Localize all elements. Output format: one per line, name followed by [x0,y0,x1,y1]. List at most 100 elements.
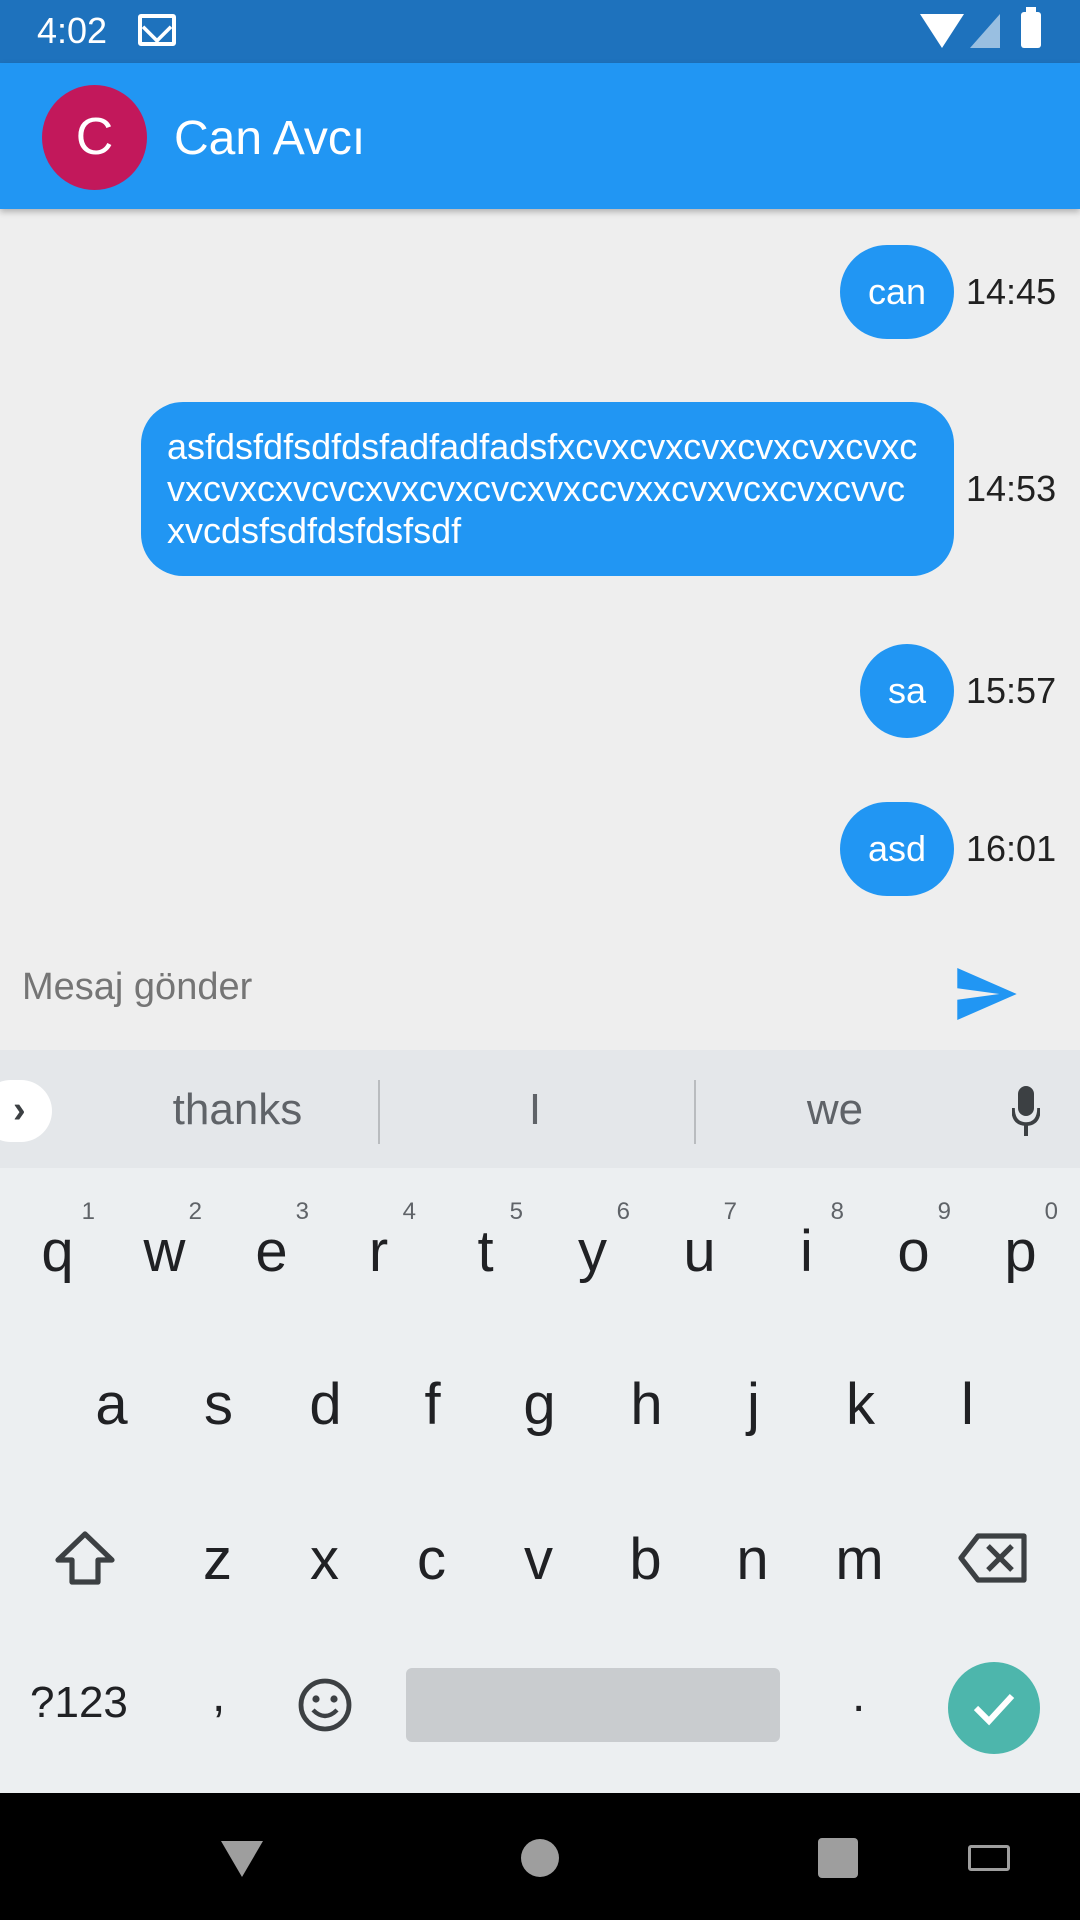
key-hint: 5 [509,1198,523,1225]
keyboard-key[interactable]: c [378,1488,485,1628]
suggestion-bar: › thanks I we [0,1050,1080,1168]
key-hint: 8 [830,1198,844,1225]
keyboard-key[interactable]: e3 [218,1180,325,1320]
avatar[interactable]: C [42,85,147,190]
key-hint: 7 [723,1198,737,1225]
keyboard-key[interactable]: i8 [753,1180,860,1320]
keyboard-key[interactable]: q1 [4,1180,111,1320]
key-hint: 0 [1044,1198,1058,1225]
key-letter: b [629,1527,662,1592]
keyboard-key[interactable]: w2 [111,1180,218,1320]
back-icon[interactable] [221,1841,263,1877]
message-time: 14:53 [966,468,1057,509]
keyboard-key[interactable]: s [165,1333,272,1473]
key-letter: w [143,1219,186,1284]
keyboard-key[interactable]: r4 [325,1180,432,1320]
home-icon[interactable] [521,1839,559,1877]
message-bubble[interactable]: asfdsfdfsdfdsfadfadfadsfxcvxcvxcvxcvxcvx… [141,402,954,576]
keyboard-key[interactable]: h [593,1333,700,1473]
keyboard-key[interactable]: o9 [860,1180,967,1320]
key-hint: 2 [188,1198,202,1225]
wifi-icon [920,14,964,48]
keyboard-key[interactable]: x [271,1488,378,1628]
navigation-bar [0,1793,1080,1920]
message-bubble[interactable]: can [839,245,954,339]
message-time: 15:57 [966,670,1057,711]
key-letter: y [578,1219,607,1284]
keyboard-key[interactable]: a [58,1333,165,1473]
key-letter: r [368,1219,389,1284]
key-letter: h [630,1372,663,1437]
key-letter: t [477,1219,494,1284]
contact-name[interactable]: Can Avcı [174,111,365,166]
send-icon[interactable] [957,968,1017,1020]
message-composer: Mesaj gönder [0,940,1080,1050]
key-letter: l [961,1372,974,1437]
message-bubble[interactable]: sa [859,644,954,738]
recents-icon[interactable] [818,1838,858,1878]
emoji-icon[interactable] [298,1678,352,1732]
key-letter: p [1004,1219,1037,1284]
key-letter: o [897,1219,930,1284]
suggestion[interactable]: I [500,1085,570,1135]
status-time: 4:02 [37,10,108,51]
key-letter: m [835,1527,884,1592]
enter-button[interactable] [948,1662,1040,1754]
keyboard-key[interactable]: z [164,1488,271,1628]
backspace-icon[interactable] [958,1532,1028,1584]
suggestion[interactable]: thanks [140,1085,335,1135]
checkmark-icon [973,1693,1015,1726]
message-row: asfdsfdfsdfdsfadfadfadsfxcvxcvxcvxcvxcvx… [141,402,1058,576]
microphone-icon[interactable] [1012,1086,1040,1136]
keyboard-key[interactable]: j [700,1333,807,1473]
key-hint: 4 [402,1198,416,1225]
chevron-right-icon: › [13,1089,26,1131]
key-letter: q [41,1219,74,1284]
message-time: 14:45 [966,271,1057,312]
battery-icon [1021,7,1041,48]
suggestion[interactable]: we [780,1085,890,1135]
comma-key[interactable]: , [212,1668,225,1723]
key-letter: j [747,1372,760,1437]
keyboard-key[interactable]: m [806,1488,913,1628]
key-letter: s [204,1372,233,1437]
key-letter: i [800,1219,813,1284]
keyboard-key[interactable]: g [486,1333,593,1473]
key-letter: x [310,1527,339,1592]
key-letter: e [255,1219,288,1284]
message-row: asd 16:01 [839,802,1058,896]
key-letter: a [95,1372,128,1437]
keyboard-key[interactable]: b [592,1488,699,1628]
key-letter: k [846,1372,875,1437]
message-input[interactable]: Mesaj gönder [22,966,252,1009]
keyboard-key[interactable]: d [272,1333,379,1473]
keyboard-key[interactable]: y6 [539,1180,646,1320]
key-letter: n [736,1527,769,1592]
keyboard-key[interactable]: t5 [432,1180,539,1320]
keyboard-key[interactable]: n [699,1488,806,1628]
status-bar: 4:02 [0,0,1080,63]
key-hint: 3 [295,1198,309,1225]
keyboard-key[interactable]: f [379,1333,486,1473]
expand-toolbar-button[interactable]: › [0,1080,52,1142]
shift-icon[interactable] [54,1530,116,1586]
keyboard-key[interactable]: u7 [646,1180,753,1320]
cell-signal-icon [970,14,1000,48]
keyboard-switch-icon[interactable] [968,1845,1010,1871]
suggestion-divider [378,1080,380,1144]
app-bar: C Can Avcı [0,63,1080,209]
period-key[interactable]: . [852,1668,865,1723]
key-letter: u [683,1219,716,1284]
key-hint: 9 [937,1198,951,1225]
keyboard-key[interactable]: l [914,1333,1021,1473]
keyboard-key[interactable]: p0 [967,1180,1074,1320]
symbols-key[interactable]: ?123 [30,1678,128,1728]
message-bubble[interactable]: asd [839,802,954,896]
message-time: 16:01 [966,828,1057,869]
key-hint: 6 [616,1198,630,1225]
spacebar[interactable] [406,1668,780,1742]
keyboard-key[interactable]: v [485,1488,592,1628]
suggestion-divider [694,1080,696,1144]
keyboard-key[interactable]: k [807,1333,914,1473]
key-letter: d [309,1372,342,1437]
